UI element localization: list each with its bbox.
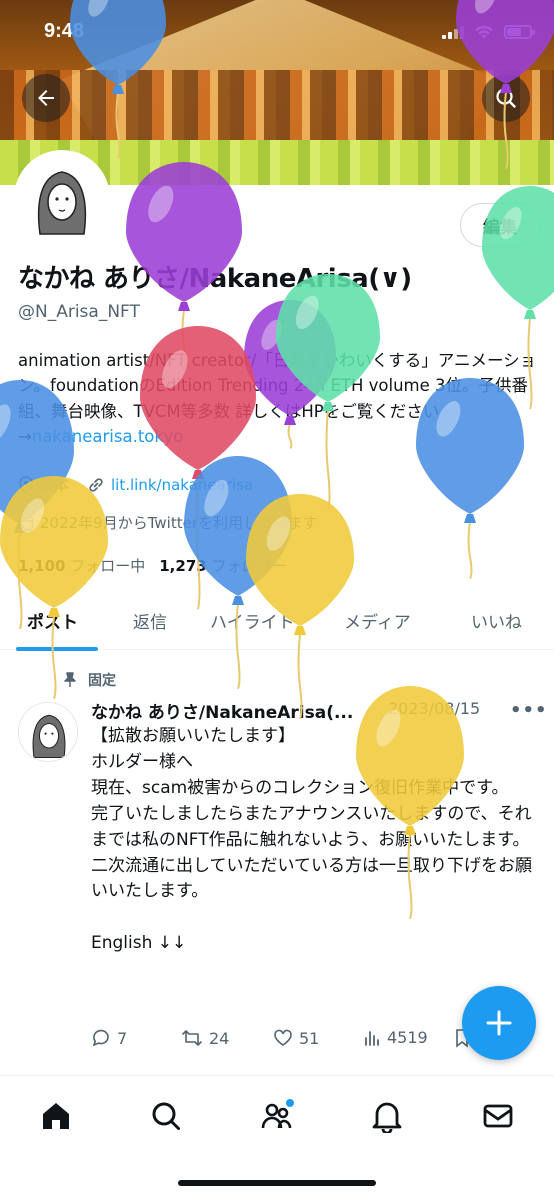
cellular-signal-icon (442, 25, 464, 39)
tab-highlights[interactable]: ハイライト (210, 608, 295, 633)
follow-counts: 1,100 フォロー中 1,273 フォロワー (18, 555, 287, 576)
nav-home[interactable] (36, 1096, 76, 1136)
views-count: 4519 (387, 1028, 428, 1047)
nav-communities[interactable] (257, 1096, 297, 1136)
location-pin-icon (19, 475, 33, 494)
tab-likes[interactable]: いいね (471, 608, 522, 633)
compose-button[interactable] (462, 986, 536, 1060)
profile-display-name: なかね ありさ/NakaneArisa(∨) (18, 264, 412, 294)
joined-date: 2022年9月からTwitterを利用しています (18, 512, 318, 533)
bio-link[interactable]: nakanearisa.tokyo (32, 427, 183, 446)
views-button[interactable]: 4519 (363, 1028, 428, 1047)
retweet-button[interactable]: 24 (181, 1028, 229, 1048)
like-button[interactable]: 51 (273, 1028, 319, 1048)
followers-link[interactable]: 1,273 フォロワー (159, 555, 286, 576)
active-tab-indicator (16, 647, 98, 651)
tab-posts[interactable]: ポスト (27, 608, 78, 633)
pinned-text: 固定 (88, 673, 116, 689)
avatar-illustration (19, 703, 77, 761)
status-time: 9:48 (44, 20, 85, 42)
following-label: フォロー中 (70, 557, 146, 575)
avatar-illustration (18, 154, 106, 242)
mail-icon (483, 1104, 513, 1128)
pin-icon (64, 672, 76, 687)
reply-count: 7 (117, 1028, 128, 1048)
tweet-line: 二次流通に出していただいている方は一旦取り下げをお願いいたします。 (91, 855, 532, 902)
tweet-more-button[interactable]: ••• (510, 700, 548, 721)
followers-label: フォロワー (211, 557, 287, 575)
arrow-left-icon (38, 90, 54, 106)
tweet-line: 現在、scam被害からのコレクション復旧作業中です。 (91, 778, 509, 798)
analytics-icon (365, 1030, 379, 1046)
tweet-avatar[interactable] (18, 702, 78, 762)
website[interactable]: lit.link/nakanearisa (87, 476, 253, 494)
pinned-label-row: 固定 (62, 670, 116, 690)
joined-text: 2022年9月からTwitterを利用しています (40, 514, 318, 532)
nav-search[interactable] (146, 1096, 186, 1136)
retweet-count: 24 (209, 1028, 230, 1048)
back-button[interactable] (22, 74, 70, 122)
status-bar: 9:48 (0, 18, 554, 50)
retweet-icon (182, 1030, 202, 1046)
calendar-icon (18, 516, 34, 530)
tweet-line: 完了いたしましたらまたアナウンスいたしますので、それまでは私のNFT作品に触れな… (91, 804, 532, 850)
search-icon (152, 1102, 180, 1130)
profile-handle: @N_Arisa_NFT (18, 302, 140, 322)
plus-icon (486, 1010, 512, 1036)
wifi-icon (475, 25, 493, 39)
following-link[interactable]: 1,100 フォロー中 (18, 555, 145, 576)
tab-media[interactable]: メディア (344, 608, 411, 633)
reply-button[interactable]: 7 (91, 1028, 127, 1048)
tweet-body[interactable]: 【拡散お願いいたします】 ホルダー様へ 現在、scam被害からのコレクション復旧… (91, 724, 541, 957)
profile-bio: animation artist/NFT creator/「日常をかわいくする」… (18, 348, 540, 450)
profile-avatar[interactable] (14, 150, 110, 246)
nav-notifications[interactable] (367, 1096, 407, 1136)
website-link[interactable]: lit.link/nakanearisa (111, 476, 253, 494)
tweet-line: English ↓↓ (91, 933, 187, 954)
tweet-line: ホルダー様へ (91, 752, 193, 772)
home-indicator (178, 1180, 376, 1186)
reply-icon (92, 1029, 109, 1047)
profile-meta: 日本 lit.link/nakanearisa (18, 474, 253, 495)
followers-count: 1,273 (159, 557, 207, 575)
search-icon (496, 88, 516, 108)
edit-profile-button[interactable]: 編集 (460, 203, 540, 247)
location: 日本 (18, 474, 69, 495)
tweet-line: 【拡散お願いいたします】 (91, 726, 295, 746)
tab-replies[interactable]: 返信 (133, 608, 167, 633)
heart-icon (274, 1029, 292, 1046)
nav-messages[interactable] (478, 1096, 518, 1136)
tweet-author[interactable]: なかね ありさ/NakaneArisa(... (91, 698, 381, 723)
banner-art-figures (0, 70, 554, 150)
tweet-line (91, 905, 541, 931)
battery-icon (504, 25, 535, 39)
link-icon (89, 477, 103, 492)
search-button[interactable] (482, 74, 530, 122)
location-text: 日本 (39, 476, 70, 494)
balloon (0, 476, 108, 700)
communities-icon (261, 1099, 294, 1129)
tweet-date[interactable]: 2023/08/15 (388, 699, 480, 718)
profile-tabs: ポスト 返信 ハイライト メディア いいね (0, 594, 554, 650)
following-count: 1,100 (18, 557, 66, 575)
bell-icon (372, 1102, 402, 1133)
like-count: 51 (299, 1028, 320, 1048)
home-icon (43, 1103, 69, 1129)
